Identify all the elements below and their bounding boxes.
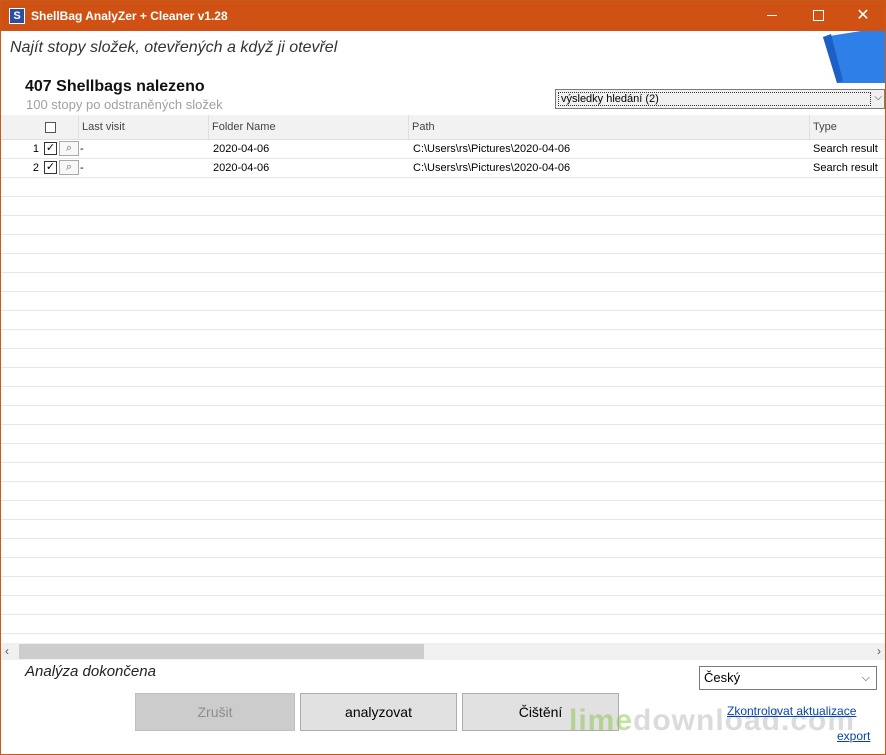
empty-row <box>1 292 885 311</box>
close-button[interactable]: ✕ <box>840 1 885 31</box>
empty-row <box>1 615 885 634</box>
language-selected-value: Český <box>704 670 741 685</box>
column-path[interactable]: Path <box>408 115 809 139</box>
table-body: 1 ✓ ⌕ - 2020-04-06 C:\Users\rs\Pictures\… <box>1 140 885 661</box>
minimize-icon <box>767 15 777 17</box>
cell-folder-name: 2020-04-06 <box>213 162 270 174</box>
empty-row <box>1 577 885 596</box>
empty-row <box>1 539 885 558</box>
cell-last-visit: - <box>80 162 84 174</box>
cell-path: C:\Users\rs\Pictures\2020-04-06 <box>413 162 571 174</box>
row-checkbox[interactable]: ✓ <box>44 161 57 174</box>
scroll-right-icon[interactable]: › <box>877 644 881 658</box>
magnifier-icon[interactable]: ⌕ <box>59 160 79 175</box>
cell-last-visit: - <box>80 143 84 155</box>
magnifier-icon[interactable]: ⌕ <box>59 141 79 156</box>
empty-row <box>1 406 885 425</box>
empty-row <box>1 273 885 292</box>
chevron-down-icon: ⌵ <box>874 92 882 103</box>
row-number: 2 <box>32 162 39 174</box>
empty-row <box>1 216 885 235</box>
empty-row <box>1 197 885 216</box>
empty-row <box>1 501 885 520</box>
empty-row <box>1 463 885 482</box>
language-select[interactable]: Český ⌵ <box>699 666 877 690</box>
empty-row <box>1 311 885 330</box>
empty-row <box>1 596 885 615</box>
table-header: Last visit Folder Name Path Type <box>1 115 885 140</box>
minimize-button[interactable] <box>749 1 795 31</box>
deleted-count-subtitle: 100 stopy po odstraněných složek <box>26 97 223 112</box>
app-window: S ShellBag AnalyZer + Cleaner v1.28 ✕ Na… <box>0 0 886 755</box>
maximize-button[interactable] <box>795 1 841 31</box>
column-folder-name[interactable]: Folder Name <box>208 115 408 139</box>
empty-row <box>1 330 885 349</box>
empty-row <box>1 387 885 406</box>
select-all-checkbox[interactable] <box>45 122 56 133</box>
shellbag-count-title: 407 Shellbags nalezeno <box>25 78 205 95</box>
chevron-down-icon: ⌵ <box>861 672 870 684</box>
table-row[interactable]: 2 ✓ ⌕ - 2020-04-06 C:\Users\rs\Pictures\… <box>1 159 885 178</box>
scroll-left-icon[interactable]: ‹ <box>5 644 9 658</box>
empty-row <box>1 235 885 254</box>
column-last-visit[interactable]: Last visit <box>78 115 208 139</box>
cell-folder-name: 2020-04-06 <box>213 143 270 155</box>
cell-type: Search result <box>813 143 878 155</box>
filter-selected-value: výsledky hledání (2) <box>558 92 871 106</box>
empty-row <box>1 482 885 501</box>
close-icon: ✕ <box>856 7 870 24</box>
decor-blue-shape <box>823 31 885 83</box>
table-row[interactable]: 1 ✓ ⌕ - 2020-04-06 C:\Users\rs\Pictures\… <box>1 140 885 159</box>
check-updates-link[interactable]: Zkontrolovat aktualizace <box>727 704 856 718</box>
empty-row <box>1 368 885 387</box>
empty-row <box>1 254 885 273</box>
empty-row <box>1 425 885 444</box>
cell-type: Search result <box>813 162 878 174</box>
cancel-button[interactable]: Zrušit <box>135 693 295 731</box>
app-icon: S <box>9 8 25 24</box>
status-text: Analýza dokončena <box>25 663 156 680</box>
empty-row <box>1 349 885 368</box>
column-type[interactable]: Type <box>809 115 885 139</box>
horizontal-scrollbar[interactable]: ‹ › <box>1 643 885 660</box>
cell-path: C:\Users\rs\Pictures\2020-04-06 <box>413 143 571 155</box>
result-filter-select[interactable]: výsledky hledání (2) ⌵ <box>555 89 885 109</box>
empty-row <box>1 178 885 197</box>
scrollbar-thumb[interactable] <box>19 644 424 659</box>
page-subtitle: Najít stopy složek, otevřených a když ji… <box>10 39 338 56</box>
analyze-button[interactable]: analyzovat <box>300 693 457 731</box>
export-link[interactable]: export <box>837 729 870 743</box>
empty-row <box>1 558 885 577</box>
row-number: 1 <box>32 143 39 155</box>
title-bar[interactable]: S ShellBag AnalyZer + Cleaner v1.28 ✕ <box>1 1 885 31</box>
empty-row <box>1 520 885 539</box>
shellbag-table: Last visit Folder Name Path Type 1 ✓ ⌕ -… <box>1 115 885 661</box>
maximize-icon <box>812 10 824 22</box>
window-title: ShellBag AnalyZer + Cleaner v1.28 <box>31 9 228 23</box>
row-checkbox[interactable]: ✓ <box>44 142 57 155</box>
empty-row <box>1 444 885 463</box>
